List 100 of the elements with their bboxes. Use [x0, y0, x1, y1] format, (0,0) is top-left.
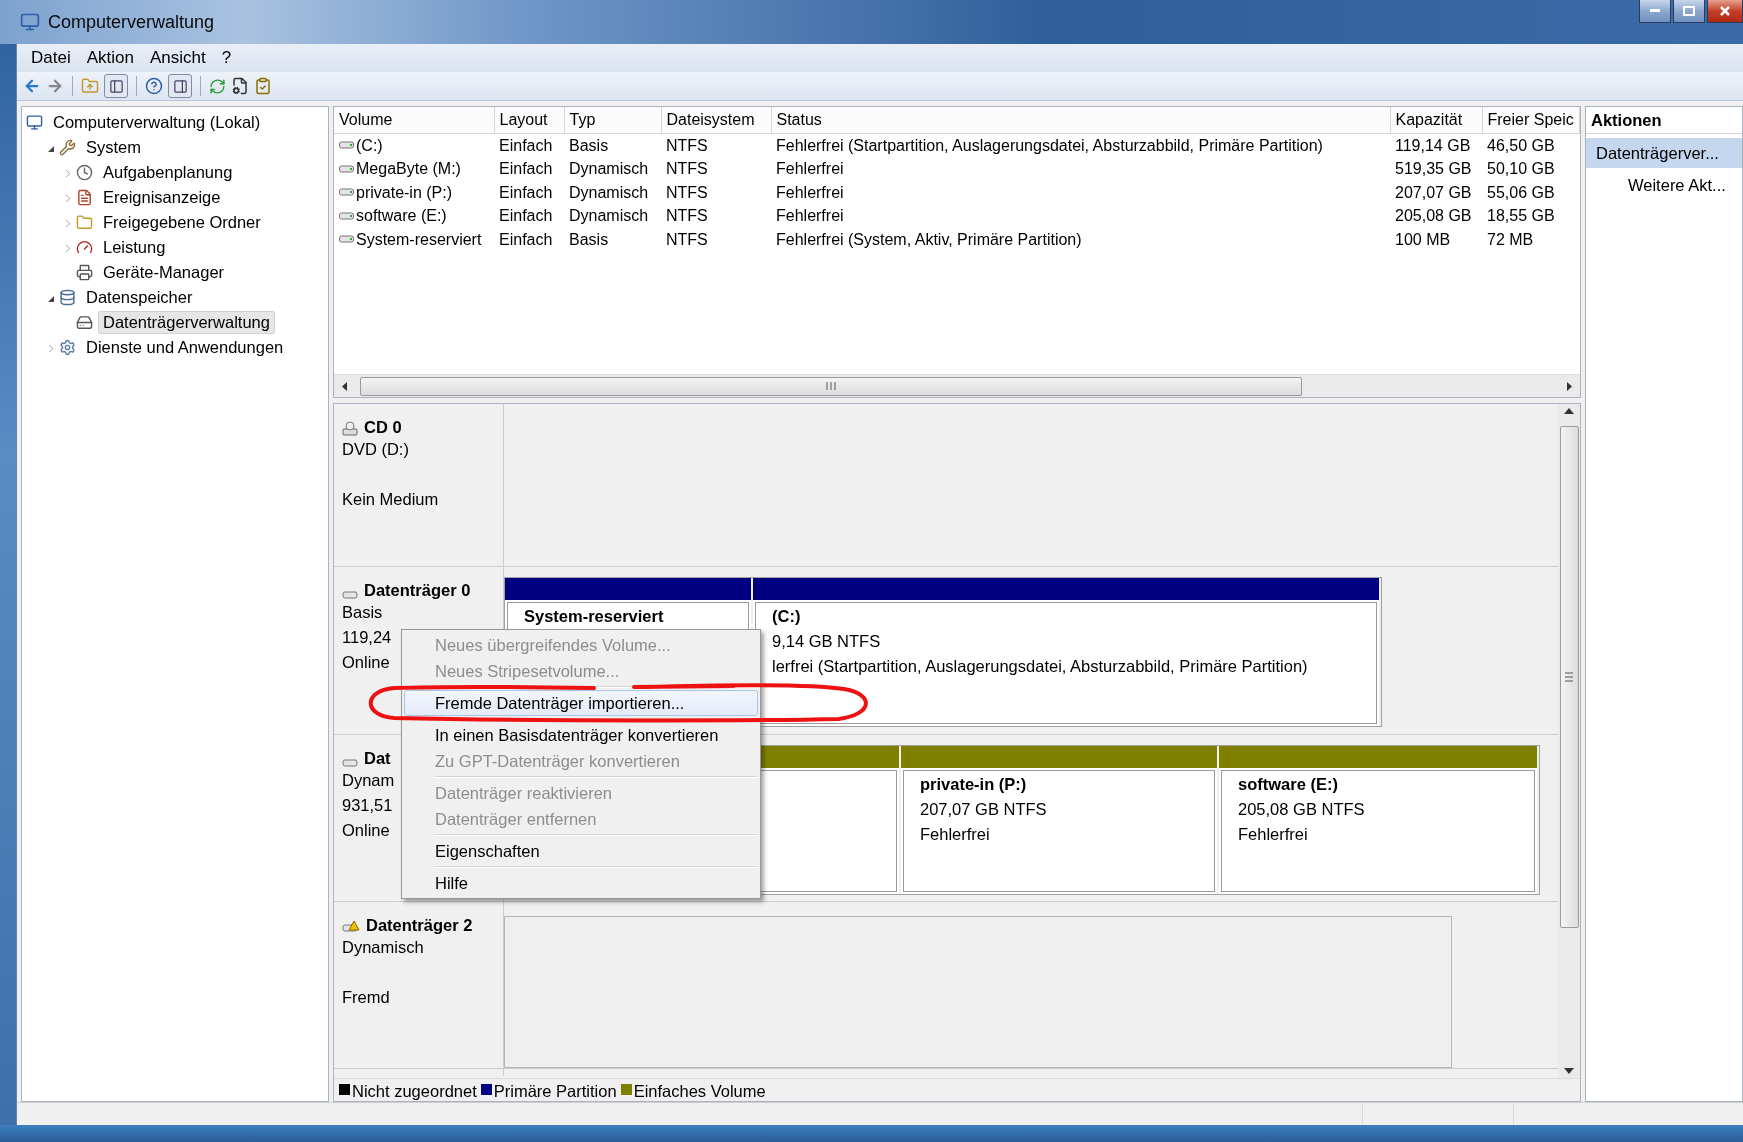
table-cell-text: Dynamisch: [568, 182, 650, 203]
scroll-left-icon[interactable]: [342, 381, 348, 391]
action-item[interactable]: Weitere Akt...: [1586, 170, 1742, 200]
tree-item[interactable]: Datenträgerverwaltung: [98, 311, 275, 334]
menu-item[interactable]: In einen Basisdatenträger konvertieren: [404, 722, 758, 748]
disk-status: Fremd: [342, 987, 390, 1008]
database-icon: [59, 289, 76, 306]
menu-item[interactable]: Aktion: [78, 48, 142, 68]
menu-item[interactable]: Ansicht: [141, 48, 214, 68]
table-cell: System-reserviert: [356, 230, 482, 249]
tree-item[interactable]: System: [81, 136, 146, 159]
table-cell-text: Basis: [568, 229, 610, 250]
table-cell: Fehlerfrei (Startpartition, Auslagerungsdatei, Absturzabbild, Primäre Partition): [771, 133, 1390, 158]
scroll-down-icon[interactable]: [1564, 1068, 1574, 1074]
minimize-button[interactable]: [1639, 0, 1671, 23]
hard-drive-icon: [76, 314, 93, 331]
menu-item[interactable]: Datei: [23, 48, 79, 68]
scroll-up-icon[interactable]: [1564, 408, 1574, 414]
table-cell-text: NTFS: [665, 229, 709, 250]
drive-icon: [339, 187, 354, 199]
disk-type: Dynamisch: [342, 937, 424, 958]
column-header[interactable]: Volume: [334, 107, 494, 134]
drive-icon: [339, 163, 354, 175]
close-icon: [1720, 6, 1730, 16]
table-cell-text: 519,35 GB: [1394, 159, 1473, 180]
tree-item[interactable]: Ereignisanzeige: [98, 186, 226, 209]
window-title: Computerverwaltung: [48, 11, 215, 33]
table-cell-text: NTFS: [665, 182, 709, 203]
table-cell-text: Fehlerfrei: [775, 159, 845, 180]
tree-item[interactable]: Computerverwaltung (Lokal): [48, 111, 266, 134]
forward-icon[interactable]: [46, 77, 64, 95]
settings-icon: [59, 339, 76, 356]
disk-name: Dat: [364, 749, 391, 768]
grip-icon: [1565, 671, 1573, 683]
table-cell-text: 207,07 GB: [1394, 182, 1473, 203]
tree-item[interactable]: Geräte-Manager: [98, 261, 230, 284]
cd-drive-icon: [342, 421, 358, 437]
refresh-icon[interactable]: [209, 77, 226, 95]
right-panel-icon: [172, 78, 188, 94]
properties-icon[interactable]: [231, 77, 249, 95]
horizontal-scrollbar[interactable]: [334, 374, 1580, 397]
printer-icon: [76, 264, 93, 281]
vertical-scrollbar[interactable]: [1558, 404, 1580, 1078]
disk-size: 931,51: [342, 795, 393, 816]
checklist-icon[interactable]: [254, 77, 272, 95]
back-icon[interactable]: [23, 77, 41, 95]
column-header[interactable]: Layout: [494, 107, 564, 134]
expanded-arrow-icon[interactable]: [47, 295, 55, 303]
menu-item[interactable]: ?: [213, 48, 240, 68]
partition[interactable]: private-in (P:) 207,07 GB NTFS Fehlerfrei: [903, 770, 1215, 892]
table-cell: Einfach: [494, 133, 564, 158]
disk-size: 119,24: [342, 627, 392, 648]
table-cell: NTFS: [661, 133, 771, 158]
tree-item[interactable]: Leistung: [98, 236, 171, 259]
menu-item[interactable]: Hilfe: [404, 870, 758, 896]
column-header[interactable]: Dateisystem: [661, 107, 771, 134]
column-header[interactable]: Typ: [564, 107, 661, 134]
column-header[interactable]: Status: [771, 107, 1390, 134]
table-cell-text: 72 MB: [1486, 229, 1535, 250]
table-cell-text: Dynamisch: [568, 206, 650, 227]
column-header[interactable]: Kapazität: [1390, 107, 1482, 134]
action-pane-button[interactable]: [168, 74, 192, 98]
actions-header: Aktionen: [1586, 107, 1742, 134]
tree-item[interactable]: Datenspeicher: [81, 286, 198, 309]
table-cell: 119,14 GB: [1390, 133, 1482, 158]
table-cell-text: 50,10 GB: [1486, 159, 1556, 180]
action-item[interactable]: Datenträgerver...: [1586, 138, 1742, 168]
table-cell-text: 100 MB: [1394, 229, 1452, 250]
disk-name: CD 0: [364, 418, 402, 437]
table-cell-text: 205,08 GB: [1394, 206, 1473, 227]
disk-status: Online: [342, 820, 390, 841]
table-cell-text: Einfach: [498, 182, 554, 203]
table-cell-text: NTFS: [665, 159, 709, 180]
tree-item[interactable]: Dienste und Anwendungen: [81, 336, 289, 359]
disk-status: Kein Medium: [342, 489, 439, 510]
partition[interactable]: (C:) 9,14 GB NTFS lerfrei (Startpartition, Auslagerungsdatei, Absturzabbild, Primäre Partition): [755, 602, 1377, 724]
tree-item[interactable]: Freigegebene Ordner: [98, 211, 266, 234]
table-cell: MegaByte (M:): [356, 160, 461, 179]
app-icon: [20, 12, 40, 32]
table-cell: private-in (P:): [356, 183, 453, 202]
close-button[interactable]: [1707, 0, 1743, 23]
disk-name: Datenträger 0: [364, 581, 471, 600]
legend-label: Einfaches Volume: [633, 1082, 766, 1101]
drive-icon: [339, 234, 354, 246]
menu-item[interactable]: Eigenschaften: [404, 838, 758, 864]
maximize-button[interactable]: [1673, 0, 1705, 23]
help-icon[interactable]: [145, 77, 163, 95]
column-header[interactable]: Freier Speic: [1482, 107, 1579, 134]
tree-item[interactable]: Aufgabenplanung: [98, 161, 238, 184]
table-cell-text: Einfach: [498, 206, 554, 227]
disk-type: DVD (D:): [342, 439, 409, 460]
expanded-arrow-icon[interactable]: [47, 145, 55, 153]
table-cell: software (E:): [356, 207, 447, 226]
partition[interactable]: software (E:) 205,08 GB NTFS Fehlerfrei: [1221, 770, 1535, 892]
grip-icon: [825, 382, 837, 390]
disk-type: Basis: [342, 602, 383, 623]
scroll-right-icon[interactable]: [1566, 381, 1572, 391]
menu-item[interactable]: Fremde Datenträger importieren...: [404, 690, 758, 716]
console-tree-button[interactable]: [104, 74, 128, 98]
minimize-icon: [1650, 9, 1660, 13]
